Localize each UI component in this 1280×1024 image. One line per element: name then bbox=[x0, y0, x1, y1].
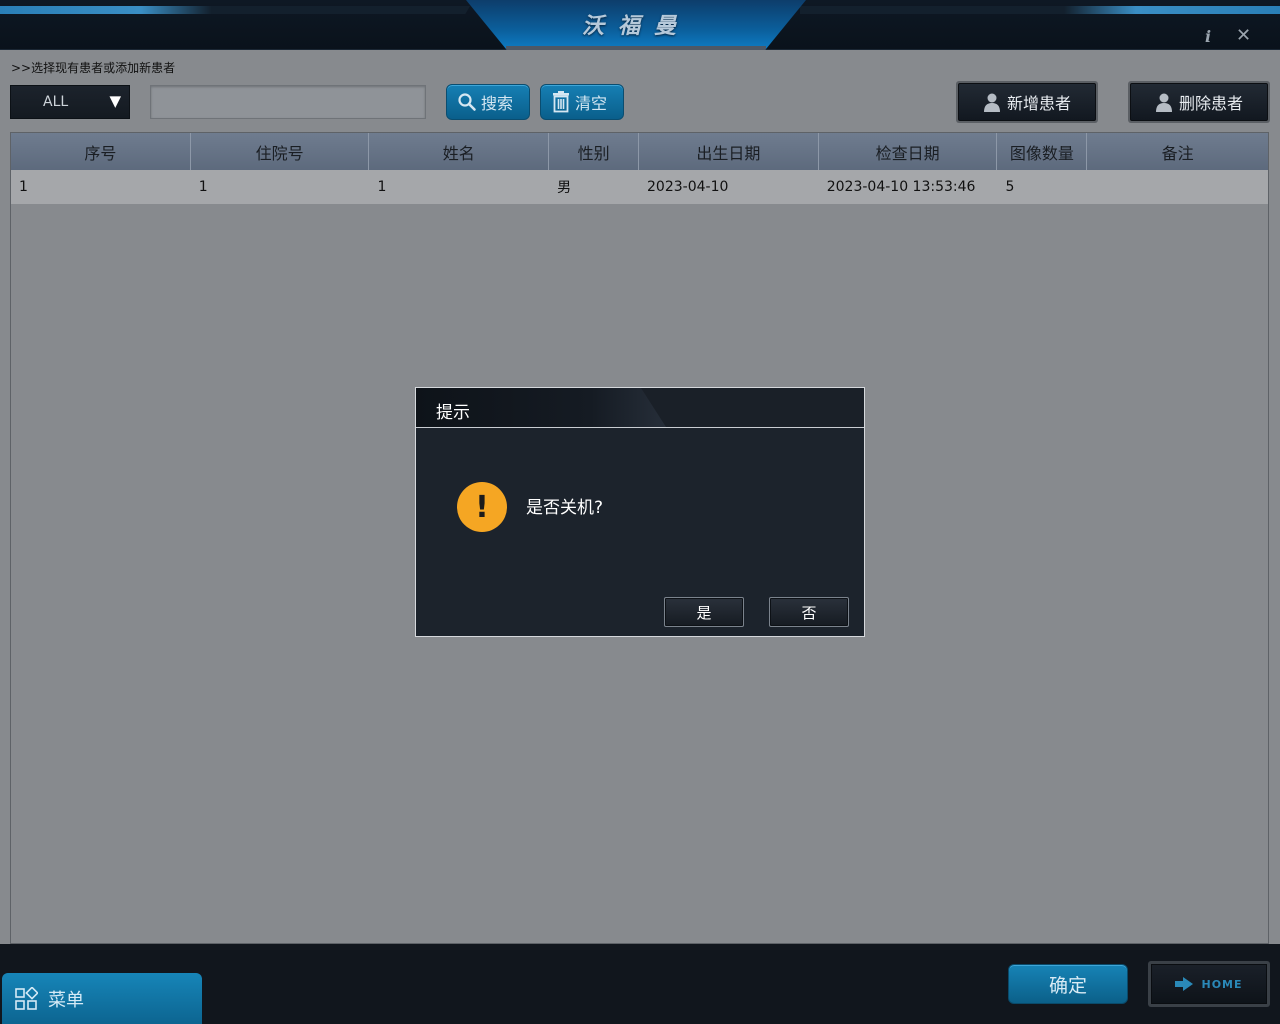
delete-patient-label: 删除患者 bbox=[1178, 94, 1243, 113]
table-row[interactable]: 1 1 1 男 2023-04-10 2023-04-10 13:53:46 5 bbox=[11, 170, 1268, 204]
search-input[interactable] bbox=[150, 85, 426, 119]
home-button[interactable]: HOME bbox=[1148, 961, 1270, 1007]
column-header[interactable]: 图像数量 bbox=[997, 133, 1088, 170]
trash-icon bbox=[553, 91, 569, 113]
arrow-right-icon bbox=[1175, 977, 1194, 991]
instruction-text: >>选择现有患者或添加新患者 bbox=[11, 61, 176, 75]
delete-patient-button[interactable]: 删除患者 bbox=[1128, 81, 1270, 123]
user-icon bbox=[983, 93, 1000, 112]
info-icon[interactable]: i bbox=[1205, 27, 1211, 46]
chevron-down-icon: ▼ bbox=[109, 92, 121, 110]
table-cell: 2023-04-10 bbox=[647, 179, 729, 195]
menu-label: 菜单 bbox=[48, 989, 84, 1011]
menu-button[interactable]: 菜单 bbox=[2, 973, 202, 1024]
search-icon bbox=[458, 93, 476, 111]
table-cell: 男 bbox=[557, 180, 572, 196]
grid-icon bbox=[15, 986, 38, 1010]
add-patient-button[interactable]: 新增患者 bbox=[956, 81, 1098, 123]
filter-select-value: ALL bbox=[43, 94, 69, 110]
no-button[interactable]: 否 bbox=[769, 597, 849, 627]
table-header: 序号 住院号 姓名 性别 出生日期 检查日期 图像数量 备注 bbox=[11, 133, 1268, 170]
title-bar-decoration-left bbox=[0, 6, 470, 14]
warning-icon: ! bbox=[457, 482, 507, 532]
filter-select[interactable]: ALL ▼ bbox=[10, 85, 130, 119]
table-cell: 1 bbox=[198, 179, 208, 195]
search-button-label: 搜索 bbox=[481, 94, 514, 113]
yes-button[interactable]: 是 bbox=[664, 597, 744, 627]
table-cell: 2023-04-10 13:53:46 bbox=[826, 179, 976, 195]
dialog-message: 是否关机? bbox=[526, 498, 604, 518]
column-header[interactable]: 序号 bbox=[11, 133, 191, 170]
close-icon[interactable]: ✕ bbox=[1236, 25, 1251, 46]
title-bar-decoration-right bbox=[800, 6, 1280, 14]
column-header[interactable]: 检查日期 bbox=[819, 133, 998, 170]
app-title: 沃福曼 bbox=[581, 14, 690, 39]
shutdown-dialog: 提示 ! 是否关机? 是 否 bbox=[415, 387, 865, 637]
home-label: HOME bbox=[1201, 977, 1243, 991]
dialog-header: 提示 bbox=[416, 388, 864, 428]
clear-button[interactable]: 清空 bbox=[540, 84, 624, 120]
column-header[interactable]: 备注 bbox=[1087, 133, 1268, 170]
column-header[interactable]: 性别 bbox=[549, 133, 640, 170]
column-header[interactable]: 住院号 bbox=[191, 133, 370, 170]
confirm-button[interactable]: 确定 bbox=[1008, 964, 1128, 1004]
table-cell: 5 bbox=[1005, 179, 1015, 195]
column-header[interactable]: 出生日期 bbox=[639, 133, 819, 170]
table-cell: 1 bbox=[377, 179, 387, 195]
column-header[interactable]: 姓名 bbox=[369, 133, 550, 170]
add-patient-label: 新增患者 bbox=[1006, 94, 1071, 113]
table-cell: 1 bbox=[19, 179, 28, 195]
search-button[interactable]: 搜索 bbox=[446, 84, 530, 120]
dialog-title: 提示 bbox=[436, 403, 470, 423]
table-cell bbox=[1087, 170, 1268, 204]
user-icon bbox=[1155, 93, 1172, 112]
clear-button-label: 清空 bbox=[575, 94, 608, 113]
